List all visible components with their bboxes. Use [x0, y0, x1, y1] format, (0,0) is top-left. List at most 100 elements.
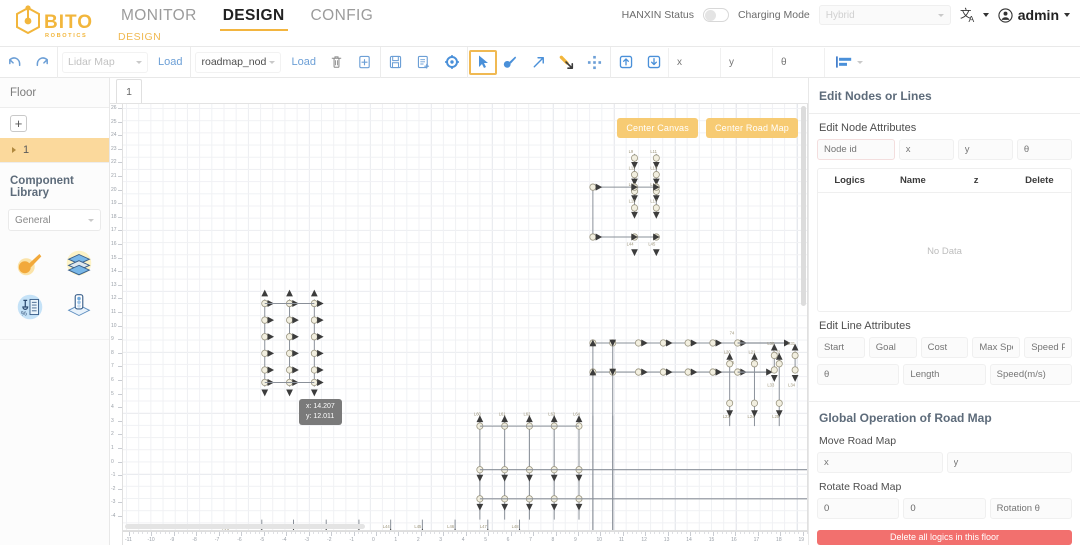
svg-text:L62: L62 — [523, 412, 531, 417]
rotation-theta-input[interactable] — [990, 498, 1072, 519]
line-speed-ms-input[interactable] — [990, 364, 1072, 385]
brand-logo[interactable]: BITO ROBOTICS — [0, 0, 108, 42]
table-header-row: Logics Name z Delete — [818, 169, 1071, 193]
svg-text:L47: L47 — [480, 524, 488, 529]
roadmap-graph: L9L11L13L15L11L13L15L17L44L457475L20L23L… — [123, 104, 807, 530]
move-x-input[interactable] — [817, 452, 943, 473]
language-switcher[interactable]: 文 A — [960, 6, 989, 25]
eraser-arrow-icon — [558, 54, 576, 71]
line-goal-input[interactable] — [869, 337, 917, 358]
line-max-speed-input[interactable] — [972, 337, 1020, 358]
save-button[interactable] — [382, 47, 410, 78]
coord-x-label: x: — [306, 403, 311, 410]
add-floor-button[interactable]: + — [10, 115, 27, 132]
rotate-y-input[interactable] — [903, 498, 985, 519]
right-panel: Edit Nodes or Lines Edit Node Attributes… — [808, 78, 1080, 545]
svg-text:L44: L44 — [627, 241, 635, 246]
toolbar-divider — [190, 47, 191, 78]
charging-mode-value: Hybrid — [826, 10, 855, 21]
line-cost-input[interactable] — [921, 337, 969, 358]
draw-line-tool[interactable] — [525, 50, 553, 75]
rotate-x-input[interactable] — [817, 498, 899, 519]
chevron-right-icon — [12, 147, 16, 153]
toolbar-theta-input[interactable] — [772, 48, 824, 77]
roadmap-select[interactable]: roadmap_nod — [195, 52, 281, 73]
node-y-input[interactable] — [958, 139, 1013, 160]
user-avatar-icon — [998, 8, 1013, 23]
pen-node-icon — [502, 54, 519, 70]
roadmap-value: roadmap_nod — [201, 56, 266, 68]
svg-text:L23: L23 — [723, 414, 731, 419]
chevron-down-icon — [269, 61, 275, 64]
move-y-input[interactable] — [947, 452, 1073, 473]
sidebar-item-floor-1[interactable]: 1 — [0, 138, 109, 162]
lidar-map-load-button[interactable]: Load — [151, 56, 189, 68]
svg-text:L31: L31 — [788, 341, 796, 346]
delete-button[interactable] — [323, 47, 351, 78]
redo-button[interactable] — [28, 47, 56, 78]
charging-mode-select[interactable]: Hybrid — [819, 5, 951, 25]
component-station[interactable]: % — [8, 287, 53, 327]
download-box-icon — [646, 54, 662, 70]
component-layers[interactable] — [57, 243, 102, 283]
canvas-horizontal-scrollbar[interactable] — [125, 524, 365, 529]
user-menu[interactable]: admin — [998, 7, 1070, 23]
save-as-button[interactable] — [410, 47, 438, 78]
component-pen-tool[interactable] — [8, 243, 53, 283]
draw-node-tool[interactable] — [497, 50, 525, 75]
center-roadmap-button[interactable]: Center Road Map — [706, 118, 798, 138]
align-menu[interactable] — [824, 48, 873, 77]
node-theta-input[interactable] — [1017, 139, 1072, 160]
lidar-map-select[interactable]: Lidar Map — [62, 52, 148, 73]
roadmap-load-button[interactable]: Load — [284, 56, 322, 68]
toolbar-x-input[interactable] — [668, 48, 720, 77]
svg-text:L46: L46 — [447, 524, 455, 529]
svg-text:L44: L44 — [383, 524, 391, 529]
delete-all-logics-button[interactable]: Delete all logics in this floor — [817, 530, 1072, 545]
main-body: Floor + 1 Component Library General — [0, 78, 1080, 545]
component-traffic-light[interactable] — [57, 287, 102, 327]
line-theta-input[interactable] — [817, 364, 899, 385]
chevron-down-icon — [857, 61, 863, 64]
roadmap-canvas[interactable]: L9L11L13L15L11L13L15L17L44L457475L20L23L… — [123, 104, 808, 531]
svg-text:L45: L45 — [648, 241, 656, 246]
nav-item-design[interactable]: DESIGN — [210, 4, 298, 31]
canvas-vertical-scrollbar[interactable] — [801, 106, 806, 306]
cursor-arrow-icon — [476, 54, 490, 70]
line-start-input[interactable] — [817, 337, 865, 358]
canvas-tab-1[interactable]: 1 — [116, 79, 142, 103]
svg-text:L33: L33 — [767, 383, 775, 388]
undo-icon — [6, 55, 23, 70]
hanxin-status-toggle[interactable] — [703, 8, 729, 22]
node-x-input[interactable] — [899, 139, 954, 160]
floor-add-row: + — [0, 108, 109, 138]
export-button[interactable] — [640, 50, 668, 75]
undo-button[interactable] — [0, 47, 28, 78]
user-name: admin — [1018, 7, 1059, 23]
settings-button[interactable] — [438, 47, 466, 78]
new-file-button[interactable] — [351, 47, 379, 78]
canvas-action-buttons: Center Canvas Center Road Map — [617, 118, 798, 138]
line-attribute-fields-row2 — [809, 364, 1080, 391]
move-tool[interactable] — [581, 50, 609, 75]
arrow-up-right-icon — [531, 54, 547, 70]
chevron-down-icon — [983, 13, 989, 17]
import-button[interactable] — [612, 50, 640, 75]
line-length-input[interactable] — [903, 364, 985, 385]
table-empty-state: No Data — [818, 193, 1071, 311]
line-speed-param-input[interactable] — [1024, 337, 1072, 358]
component-category-select[interactable]: General — [8, 209, 101, 231]
erase-line-tool[interactable] — [553, 50, 581, 75]
select-tool[interactable] — [469, 50, 497, 75]
svg-text:ROBOTICS: ROBOTICS — [45, 33, 87, 39]
floor-item-label: 1 — [23, 144, 29, 156]
svg-text:74: 74 — [730, 331, 735, 336]
toolbar-y-input[interactable] — [720, 48, 772, 77]
nav-item-monitor[interactable]: MONITOR — [108, 4, 210, 31]
cursor-coordinate-tooltip: x: 14.207 y: 12.011 — [299, 399, 342, 425]
charging-mode-label: Charging Mode — [738, 9, 810, 21]
nav-item-config[interactable]: CONFIG — [298, 4, 387, 31]
node-id-input[interactable] — [817, 139, 895, 160]
center-canvas-button[interactable]: Center Canvas — [617, 118, 698, 138]
top-bar: BITO ROBOTICS MONITOR DESIGN CONFIG DESI… — [0, 0, 1080, 47]
